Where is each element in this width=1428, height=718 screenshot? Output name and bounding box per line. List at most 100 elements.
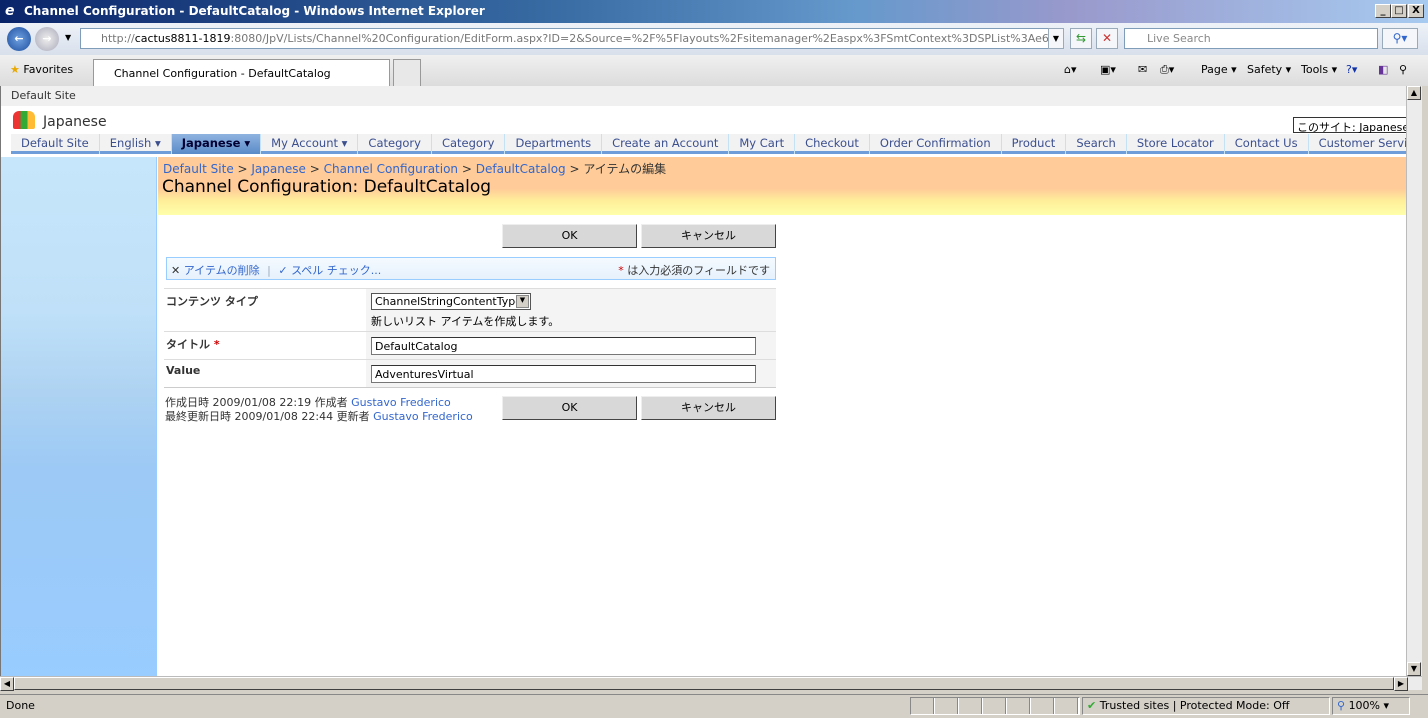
minimize-button[interactable]: _ [1375,4,1391,18]
check-icon: ✔ [1087,699,1097,712]
site-logo-icon [13,111,35,129]
feeds-icon[interactable]: ▣▾ [1100,63,1116,76]
scroll-left-icon[interactable]: ◀ [0,677,14,691]
breadcrumb-link[interactable]: DefaultCatalog [476,162,566,176]
horizontal-scrollbar[interactable]: ◀ ▶ [0,676,1422,691]
item-metadata: 作成日時 2009/01/08 22:19 作成者 Gustavo Freder… [165,396,473,423]
nav-item[interactable]: Store Locator [1127,134,1225,154]
cancel-button-top[interactable]: キャンセル [641,224,776,248]
ok-button-top[interactable]: OK [502,224,637,248]
nav-item[interactable]: My Account ▾ [261,134,359,154]
search-input[interactable]: Live Search [1124,28,1378,49]
nav-item[interactable]: Product [1002,134,1067,154]
default-site-link[interactable]: Default Site [11,89,76,102]
research-icon[interactable]: ⚲ [1399,63,1407,76]
home-icon[interactable]: ⌂▾ [1064,63,1077,76]
nav-item[interactable]: Order Confirmation [870,134,1002,154]
help-icon[interactable]: ?▾ [1346,63,1357,76]
modified-by-link[interactable]: Gustavo Frederico [373,410,473,423]
title-area: Default Site > Japanese > Channel Config… [158,157,1406,215]
nav-item[interactable]: Checkout [795,134,870,154]
browser-tab[interactable]: Channel Configuration - DefaultCatalog [93,59,390,86]
nav-item[interactable]: My Cart [729,134,796,154]
toolbar-separator: | [267,264,271,277]
content-type-row: コンテンツ タイプ ChannelStringContentType ▼ 新しいリ… [164,288,776,331]
print-icon[interactable]: ⎙▾ [1160,63,1174,77]
global-breadcrumb: Default Site [1,86,1406,106]
breadcrumb-link[interactable]: Default Site [163,162,234,176]
breadcrumb-link[interactable]: Japanese [251,162,306,176]
page-title: Channel Configuration: DefaultCatalog [162,177,492,197]
ok-button-bottom[interactable]: OK [502,396,637,420]
window-title-bar: e Channel Configuration - DefaultCatalog… [0,0,1428,23]
nav-item[interactable]: Category [358,134,432,154]
content-type-select[interactable]: ChannelStringContentType ▼ [371,293,531,310]
chevron-down-icon: ▼ [516,295,529,308]
value-label: Value [166,364,201,377]
favorites-button[interactable]: ★ Favorites [10,63,73,76]
delete-item-link[interactable]: アイテムの削除 [184,264,260,277]
scroll-up-icon[interactable]: ▲ [1407,86,1421,100]
title-row: タイトル * [164,331,776,359]
back-button[interactable]: ← [7,27,31,51]
address-dropdown-icon[interactable]: ▼ [1048,28,1064,49]
breadcrumb-separator: > [458,162,476,176]
title-label: タイトル * [166,338,220,351]
address-input[interactable]: http://cactus8811-1819:8080/JpV/Lists/Ch… [80,28,1064,49]
scroll-down-icon[interactable]: ▼ [1407,662,1421,676]
nav-item[interactable]: Japanese ▾ [171,134,262,154]
forward-button[interactable]: → [35,27,59,51]
close-button[interactable]: X [1408,4,1424,18]
zoom-control[interactable]: ⚲ 100% ▾ [1332,697,1410,715]
mail-icon[interactable]: ✉ [1138,63,1147,76]
breadcrumb-current: アイテムの編集 [583,162,667,176]
maximize-button[interactable]: □ [1391,4,1407,18]
safety-menu[interactable]: Safety ▾ [1247,63,1291,76]
star-icon: ★ [10,63,20,76]
search-scope-select[interactable]: このサイト: Japanese [1293,117,1406,134]
breadcrumb-separator: > [565,162,584,176]
title-cell [366,332,776,359]
new-tab-button[interactable] [393,59,421,86]
vertical-scrollbar[interactable]: ▲ ▼ [1406,86,1422,676]
breadcrumb-link[interactable]: Channel Configuration [324,162,458,176]
spell-check-link[interactable]: スペル チェック... [291,264,381,277]
ie-logo-icon: e [5,3,15,19]
history-dropdown-icon[interactable]: ▼ [65,33,71,42]
nav-item[interactable]: Departments [505,134,603,154]
value-row: Value [164,359,776,388]
refresh-icon[interactable]: ⇆ [1070,28,1092,49]
created-by-link[interactable]: Gustavo Frederico [351,396,451,409]
nav-item[interactable]: English ▾ [100,134,172,154]
page-content: Default Site Japanese このサイト: Japanese De… [0,86,1406,676]
nav-item[interactable]: Search [1066,134,1127,154]
nav-item[interactable]: Category [432,134,506,154]
stop-icon[interactable]: ✕ [1096,28,1118,49]
zoom-icon: ⚲ [1337,699,1346,712]
nav-item[interactable]: Create an Account [602,134,730,154]
nav-item[interactable]: Default Site [11,134,100,154]
nav-item[interactable]: Customer Service [1309,134,1406,154]
onenote-icon[interactable]: ◧ [1378,63,1388,76]
nav-item[interactable]: Contact Us [1225,134,1309,154]
breadcrumb: Default Site > Japanese > Channel Config… [163,160,666,177]
breadcrumb-separator: > [305,162,324,176]
form-toolbar: ✕ アイテムの削除 | ✓ スペル チェック... * は入力必須のフィールドで… [166,257,776,280]
spell-check-icon: ✓ [278,264,288,277]
title-input[interactable] [371,337,756,355]
security-zone[interactable]: ✔ Trusted sites | Protected Mode: Off [1082,697,1330,715]
search-icon[interactable]: ⚲▾ [1382,28,1418,49]
scroll-thumb[interactable] [14,677,1394,690]
window-title: Channel Configuration - DefaultCatalog -… [24,4,485,18]
content-type-description: 新しいリスト アイテムを作成します。 [371,315,560,328]
page-menu[interactable]: Page ▾ [1201,63,1237,76]
content-type-label: コンテンツ タイプ [166,295,258,308]
cancel-button-bottom[interactable]: キャンセル [641,396,776,420]
delete-icon: ✕ [171,264,181,277]
tools-menu[interactable]: Tools ▾ [1301,63,1337,76]
scroll-right-icon[interactable]: ▶ [1394,677,1408,691]
site-title: Japanese [13,111,107,130]
status-text: Done [6,699,35,712]
value-cell [366,360,776,387]
value-input[interactable] [371,365,756,383]
